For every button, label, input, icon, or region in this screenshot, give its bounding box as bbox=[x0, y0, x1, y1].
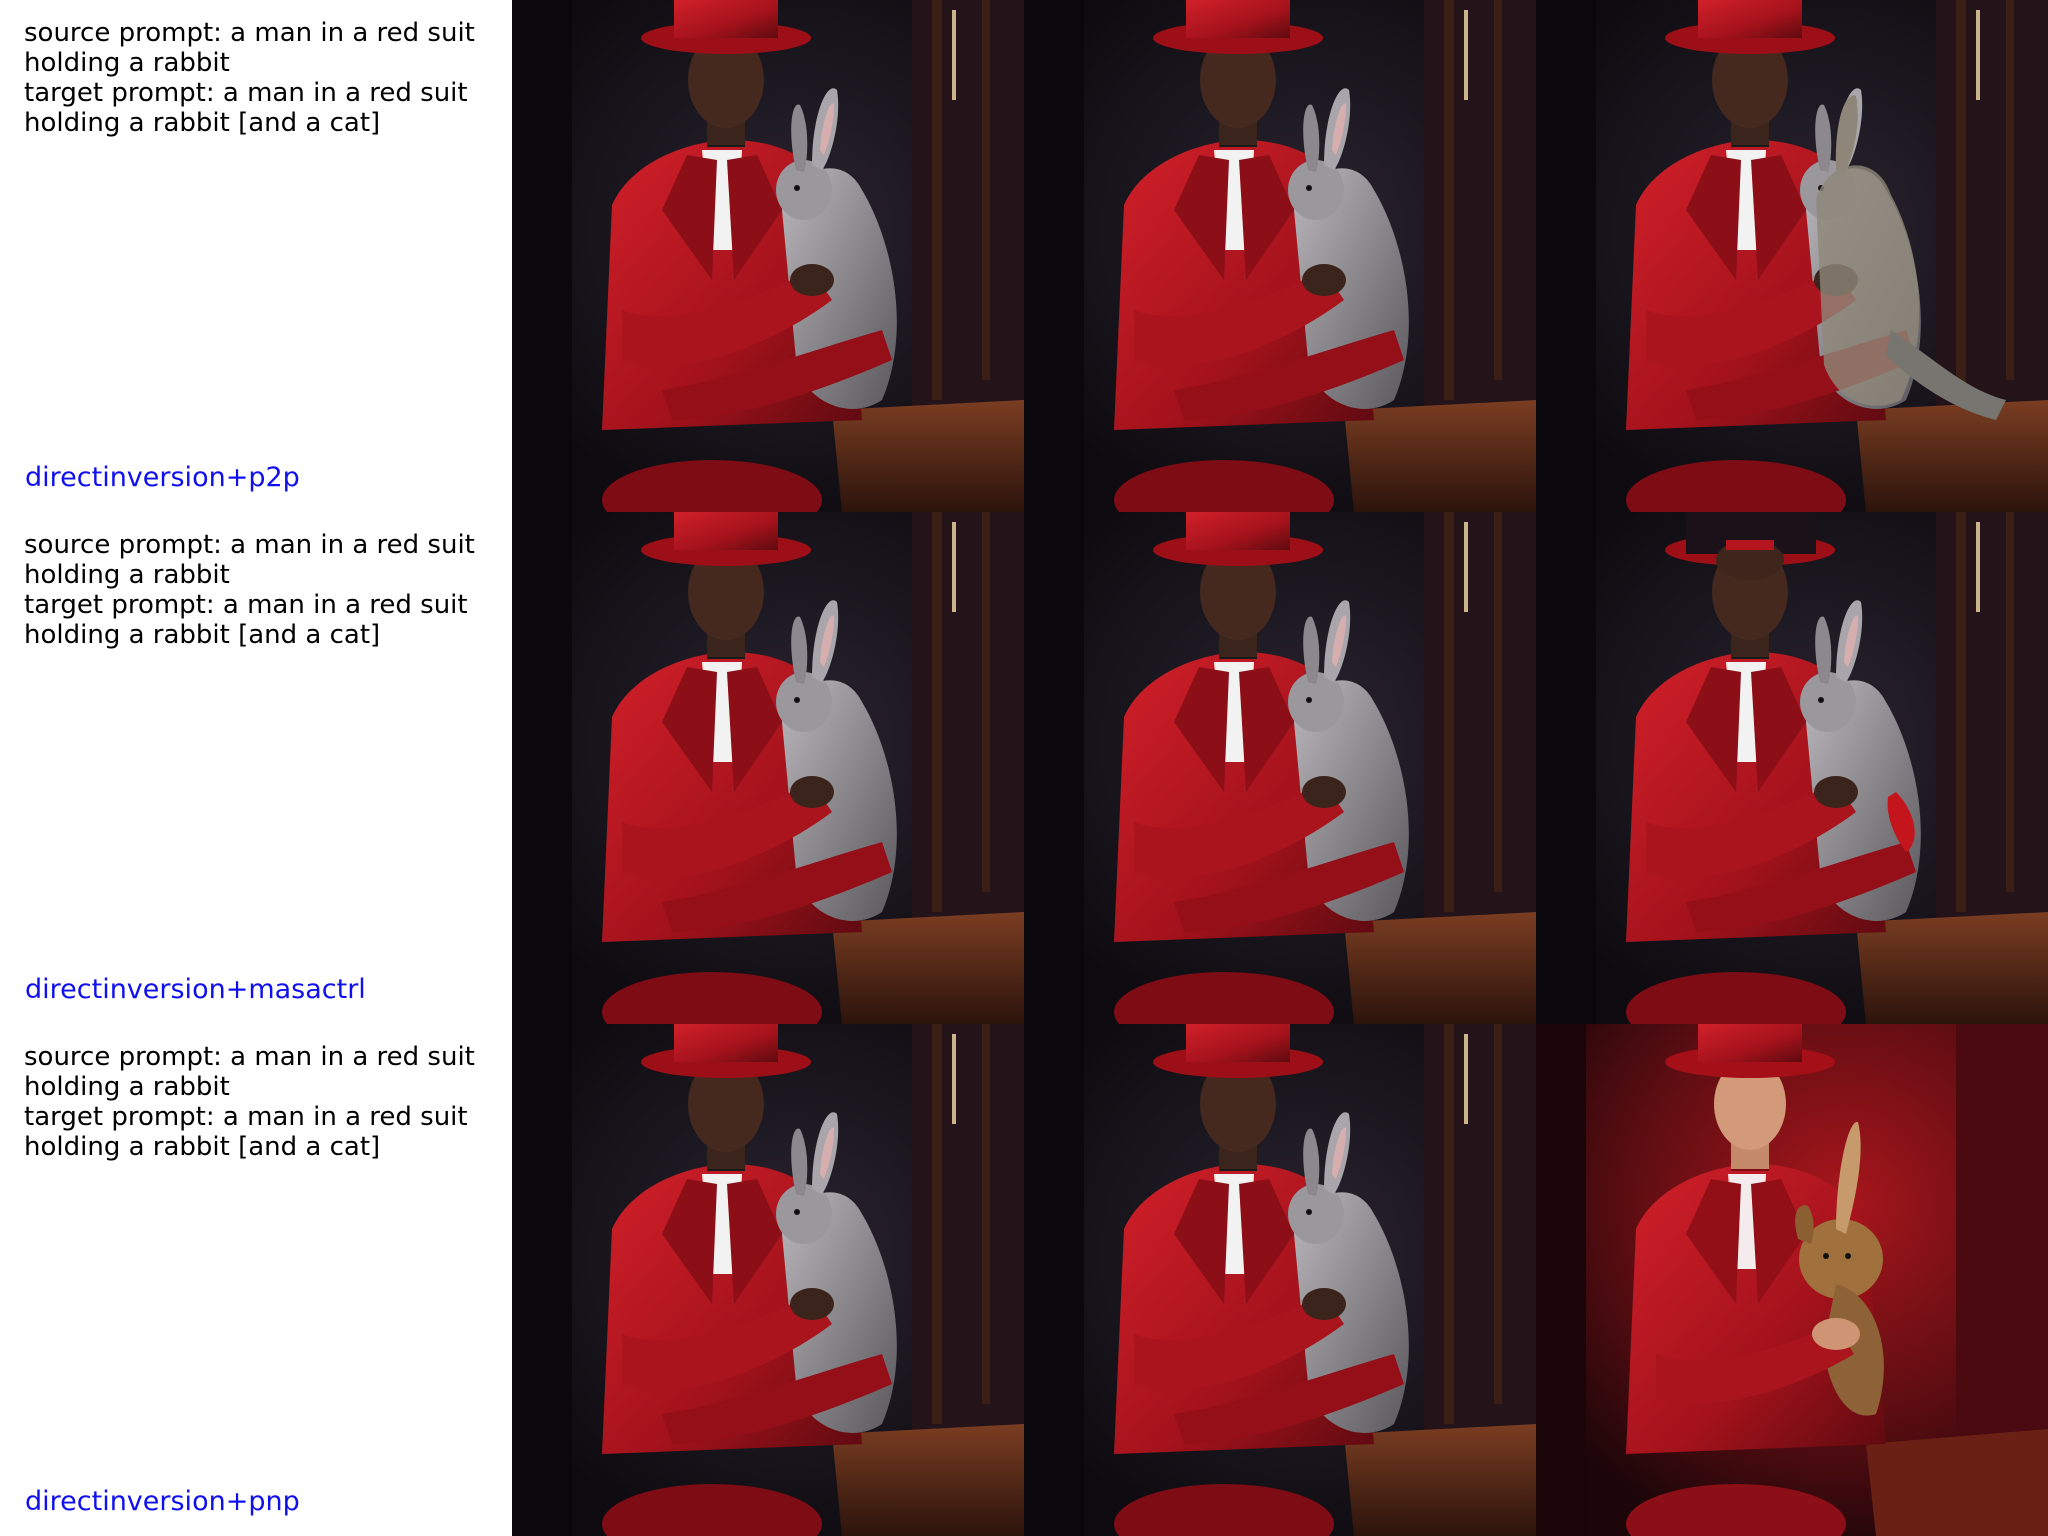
comparison-row-masactrl: source prompt: a man in a red suit holdi… bbox=[0, 512, 2048, 1024]
reconstruction-image bbox=[1024, 0, 1536, 512]
edited-image bbox=[1536, 512, 2048, 1024]
row-label-panel: source prompt: a man in a red suit holdi… bbox=[0, 512, 512, 1024]
reconstruction-image bbox=[1024, 512, 1536, 1024]
source-image bbox=[512, 512, 1024, 1024]
prompt-text: source prompt: a man in a red suit holdi… bbox=[24, 530, 475, 650]
comparison-row-p2p: source prompt: a man in a red suit holdi… bbox=[0, 0, 2048, 512]
method-label: directinversion+masactrl bbox=[25, 974, 366, 1005]
prompt-text: source prompt: a man in a red suit holdi… bbox=[24, 18, 475, 138]
comparison-row-pnp: source prompt: a man in a red suit holdi… bbox=[0, 1024, 2048, 1536]
row-label-panel: source prompt: a man in a red suit holdi… bbox=[0, 1024, 512, 1536]
source-image bbox=[512, 0, 1024, 512]
method-label: directinversion+pnp bbox=[25, 1486, 300, 1517]
prompt-text: source prompt: a man in a red suit holdi… bbox=[24, 1042, 475, 1162]
method-label: directinversion+p2p bbox=[25, 462, 300, 493]
row-label-panel: source prompt: a man in a red suit holdi… bbox=[0, 0, 512, 512]
edited-image bbox=[1536, 0, 2048, 512]
comparison-grid: source prompt: a man in a red suit holdi… bbox=[0, 0, 2048, 1536]
source-image bbox=[512, 1024, 1024, 1536]
reconstruction-image bbox=[1024, 1024, 1536, 1536]
edited-image bbox=[1536, 1024, 2048, 1536]
